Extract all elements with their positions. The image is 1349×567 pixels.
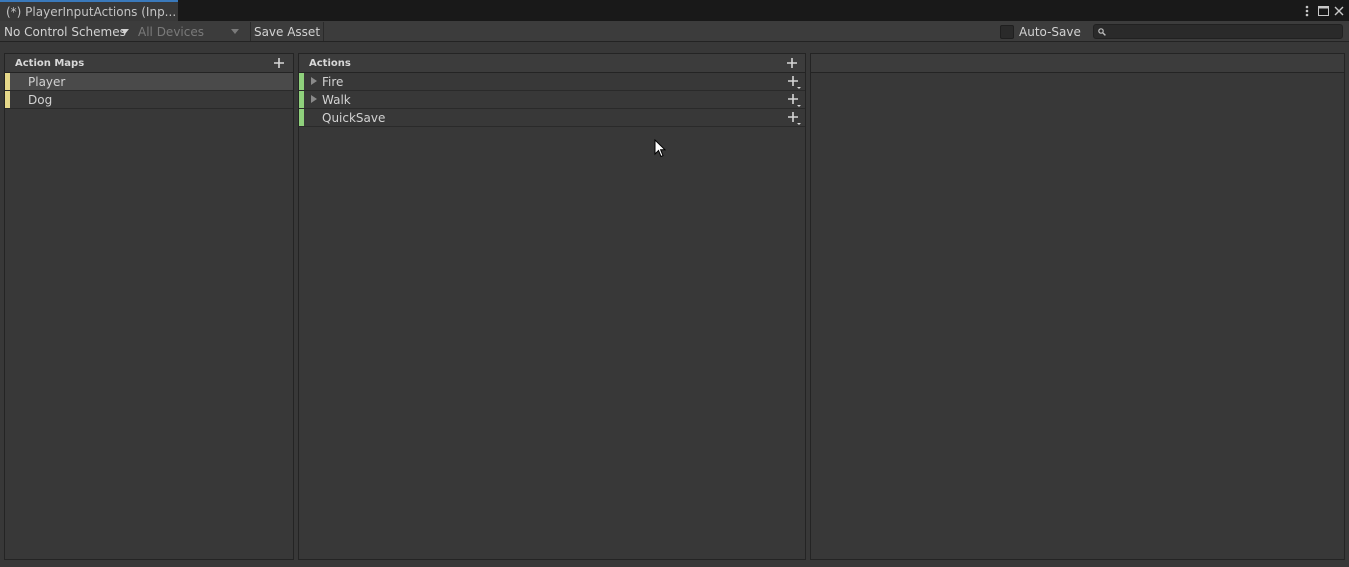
control-schemes-dropdown[interactable]: No Control Schemes (0, 22, 133, 41)
properties-header (811, 54, 1344, 73)
search-icon (1098, 27, 1106, 36)
action-map-label: Player (28, 74, 66, 89)
close-icon[interactable] (1331, 2, 1347, 19)
actions-title: Actions (309, 58, 351, 69)
search-input[interactable] (1109, 26, 1329, 37)
expand-arrow-icon[interactable] (311, 95, 317, 103)
action-map-row-dog[interactable]: Dog (5, 91, 293, 109)
devices-label: All Devices (138, 24, 204, 39)
action-color-bar (299, 73, 304, 90)
action-color-bar (299, 109, 304, 126)
window-controls (1299, 2, 1347, 19)
tab-bar: (*) PlayerInputActions (Inp... (0, 0, 1349, 21)
window-tab[interactable]: (*) PlayerInputActions (Inp... (0, 0, 178, 21)
action-label: QuickSave (322, 110, 386, 125)
action-label: Fire (322, 74, 344, 89)
more-vert-icon[interactable] (1299, 2, 1315, 19)
devices-dropdown[interactable]: All Devices (134, 22, 244, 41)
action-row-walk[interactable]: Walk (299, 91, 805, 109)
chevron-down-icon (121, 29, 129, 34)
input-actions-window: (*) PlayerInputActions (Inp... No Contro… (0, 0, 1349, 567)
action-color-bar (299, 91, 304, 108)
actions-header: Actions (299, 54, 805, 73)
add-action-map-icon[interactable] (271, 55, 287, 71)
add-binding-icon[interactable] (786, 110, 802, 126)
action-row-fire[interactable]: Fire (299, 73, 805, 91)
search-field[interactable] (1093, 24, 1343, 39)
auto-save-label: Auto-Save (1019, 24, 1081, 39)
auto-save-checkbox[interactable] (1000, 24, 1014, 39)
control-schemes-label: No Control Schemes (4, 24, 126, 39)
action-map-row-player[interactable]: Player (5, 73, 293, 91)
maximize-icon[interactable] (1315, 2, 1331, 19)
add-binding-icon[interactable] (786, 92, 802, 108)
action-map-color-bar (5, 73, 10, 90)
add-binding-icon[interactable] (786, 74, 802, 90)
mouse-cursor-icon (654, 139, 666, 158)
expand-arrow-icon[interactable] (311, 77, 317, 85)
actions-panel: Actions Fire Walk QuickSave (298, 53, 806, 560)
action-maps-panel: Action Maps Player Dog (4, 53, 294, 560)
save-asset-button[interactable]: Save Asset (250, 22, 324, 41)
properties-panel (810, 53, 1345, 560)
auto-save-toggle[interactable]: Auto-Save (1000, 23, 1081, 40)
add-action-icon[interactable] (784, 55, 800, 71)
action-map-label: Dog (28, 92, 53, 107)
chevron-down-icon (231, 29, 239, 34)
action-maps-title: Action Maps (15, 58, 85, 69)
toolbar: No Control Schemes All Devices Save Asse… (0, 21, 1349, 42)
action-label: Walk (322, 92, 351, 107)
action-map-color-bar (5, 91, 10, 108)
action-row-quicksave[interactable]: QuickSave (299, 109, 805, 127)
action-maps-header: Action Maps (5, 54, 293, 73)
